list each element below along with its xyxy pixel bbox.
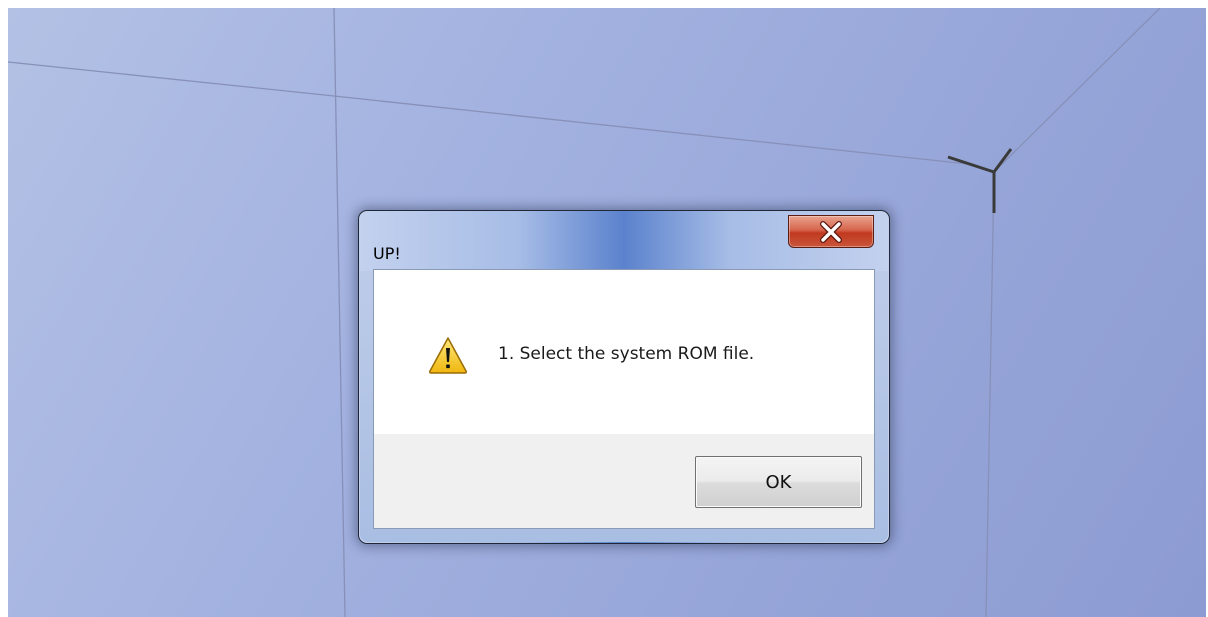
3d-viewport[interactable]: UP! 1. Select the system ROM file. OK: [8, 8, 1206, 617]
message-panel: 1. Select the system ROM file.: [374, 270, 874, 434]
axis-corner-marker: [947, 148, 1013, 213]
message-text: 1. Select the system ROM file.: [498, 344, 755, 364]
dialog-client-area: 1. Select the system ROM file. OK: [373, 269, 875, 529]
warning-icon: [428, 337, 468, 374]
close-button[interactable]: [788, 215, 874, 248]
message-dialog: UP! 1. Select the system ROM file. OK: [358, 210, 890, 544]
dialog-titlebar[interactable]: UP!: [359, 211, 889, 269]
ok-button[interactable]: OK: [695, 456, 862, 508]
close-icon: [820, 220, 842, 243]
dialog-title: UP!: [373, 244, 401, 263]
